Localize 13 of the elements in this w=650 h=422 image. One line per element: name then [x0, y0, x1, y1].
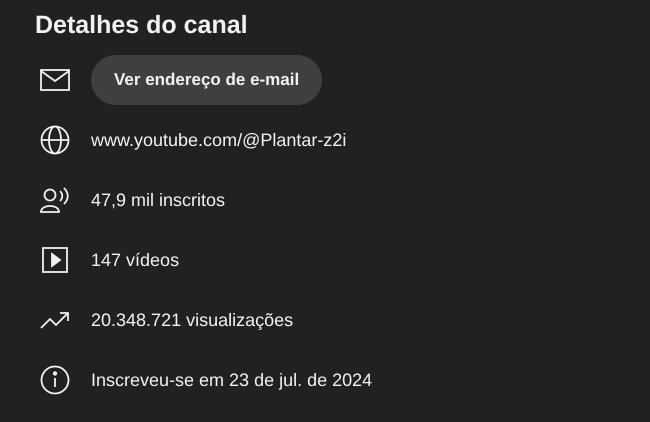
info-icon — [40, 365, 70, 395]
detail-text: 147 vídeos — [91, 250, 180, 270]
person-broadcast-icon — [40, 187, 70, 213]
play-icon — [42, 247, 68, 273]
globe-icon — [40, 125, 70, 155]
section-title: Detalhes do canal — [35, 10, 249, 41]
view-email-button[interactable]: Ver endereço de e-mail — [91, 55, 322, 105]
envelope-icon — [40, 69, 70, 91]
detail-text: 47,9 mil inscritos — [91, 190, 226, 210]
detail-text: 20.348.721 visualizações — [91, 310, 294, 330]
detail-text: Inscreveu-se em 23 de jul. de 2024 — [91, 370, 372, 390]
trending-icon — [40, 311, 70, 329]
channel-link[interactable]: www.youtube.com/@Plantar-z2i — [91, 130, 346, 150]
